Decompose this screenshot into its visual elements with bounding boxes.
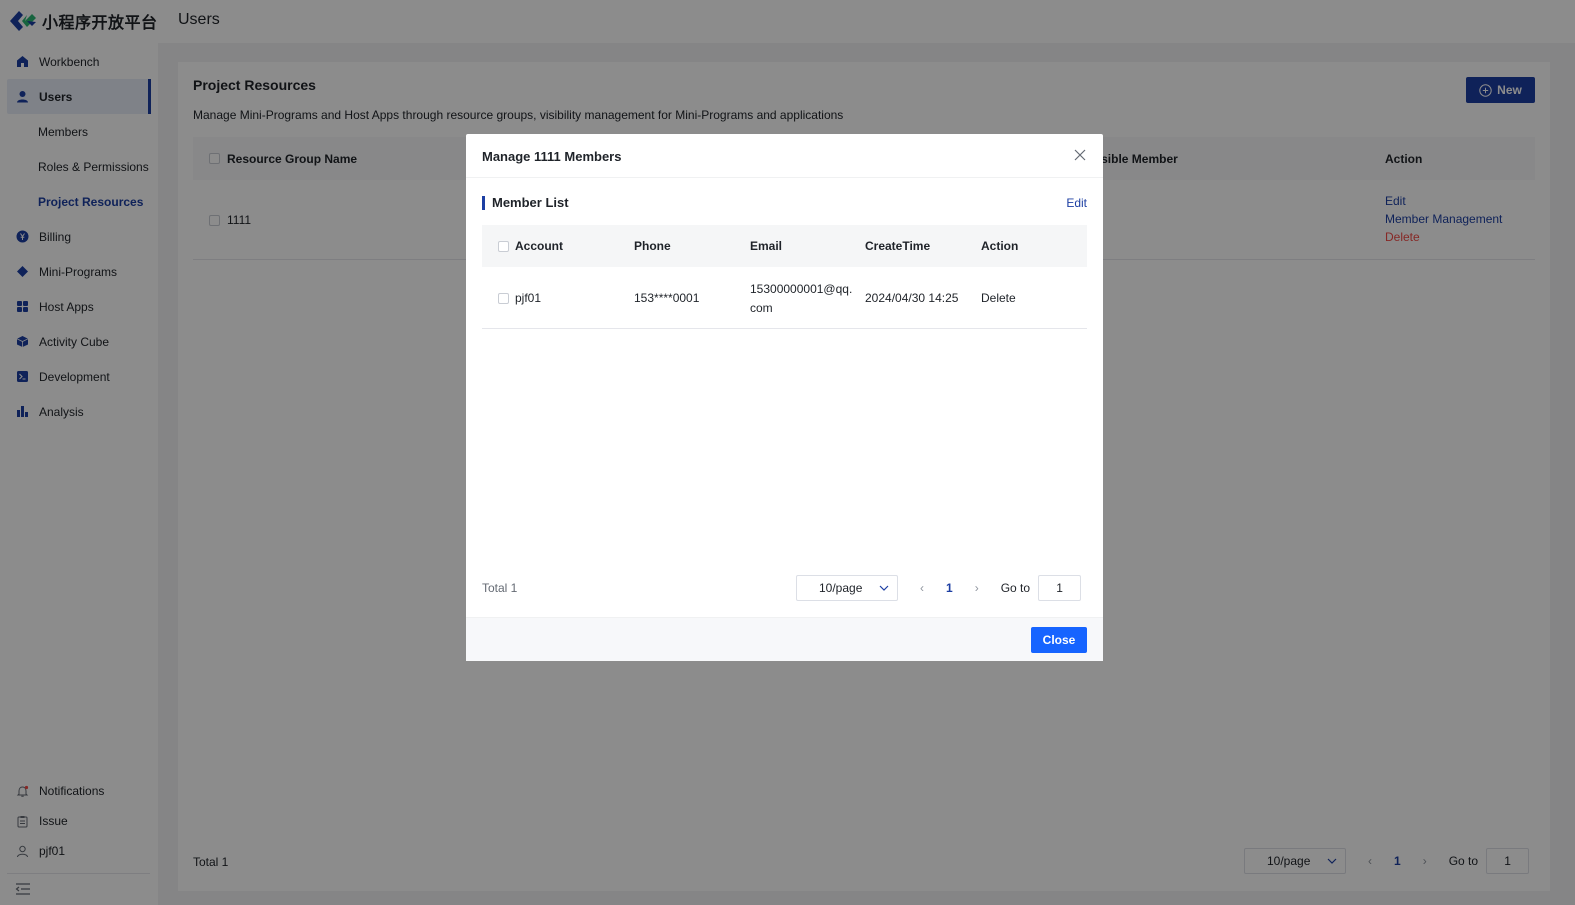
close-button[interactable]: Close	[1031, 627, 1087, 653]
member-phone: 153****0001	[634, 291, 700, 305]
member-account: pjf01	[515, 291, 542, 305]
column-header-account: Account	[515, 239, 563, 253]
member-row: pjf01 153****0001 15300000001@qq. com 20…	[482, 267, 1087, 329]
modal-header: Manage 1111 Members	[466, 134, 1103, 178]
member-table-header: Account Phone Email CreateTime Action	[482, 225, 1087, 267]
modal-goto-page-value: 1	[1056, 581, 1063, 595]
manage-members-modal: Manage 1111 Members Member List Edit Acc…	[466, 134, 1103, 661]
modal-page-size-select[interactable]: 10/page	[796, 575, 898, 601]
modal-goto-page-input[interactable]: 1	[1038, 575, 1082, 601]
column-header-email: Email	[750, 239, 783, 253]
modal-pagination: 10/page ‹ 1 › Go to 1	[796, 575, 1082, 601]
column-header-action: Action	[981, 239, 1019, 253]
modal-next-page-icon[interactable]: ›	[975, 581, 979, 595]
member-list-edit-link[interactable]: Edit	[1066, 196, 1087, 210]
member-row-checkbox[interactable]	[498, 293, 509, 304]
member-delete-link[interactable]: Delete	[981, 291, 1016, 305]
column-header-createtime: CreateTime	[865, 239, 931, 253]
modal-page-size-value: 10/page	[819, 581, 863, 595]
member-list-title-text: Member List	[492, 195, 569, 210]
member-email-line2: com	[750, 301, 773, 315]
modal-current-page[interactable]: 1	[946, 581, 953, 595]
modal-title: Manage 1111 Members	[482, 149, 622, 164]
modal-footer: Close	[466, 617, 1103, 661]
column-header-phone: Phone	[634, 239, 671, 253]
modal-prev-page-icon[interactable]: ‹	[920, 581, 924, 595]
select-all-members-checkbox[interactable]	[498, 241, 509, 252]
chevron-down-icon	[879, 585, 889, 591]
member-create-time: 2024/04/30 14:25	[865, 291, 959, 305]
member-list-title: Member List	[482, 195, 569, 210]
member-email-line1: 15300000001@qq.	[750, 282, 853, 296]
close-button-label: Close	[1042, 633, 1076, 647]
modal-goto-label: Go to	[1000, 581, 1031, 595]
modal-total-count: Total 1	[482, 581, 518, 595]
close-icon[interactable]	[1074, 149, 1086, 161]
